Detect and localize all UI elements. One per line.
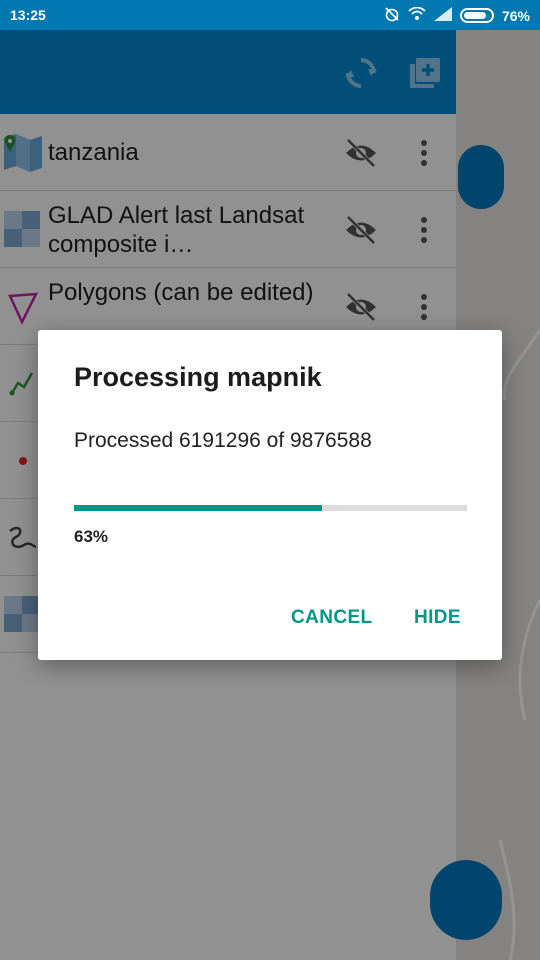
signal-icon: [433, 7, 452, 24]
status-time: 13:25: [10, 7, 46, 23]
hide-button[interactable]: HIDE: [414, 607, 461, 629]
progress-percent: 63%: [74, 527, 109, 546]
battery-icon: [459, 8, 494, 23]
dialog-message: Processed 6191296 of 9876588: [74, 429, 372, 452]
processing-dialog: Processing mapnik Processed 6191296 of 9…: [38, 330, 502, 660]
battery-percent: 76%: [501, 7, 530, 24]
status-bar: 13:25 76%: [0, 0, 540, 30]
alarm-off-icon: [384, 6, 400, 25]
progress-bar: [74, 505, 467, 511]
dialog-title: Processing mapnik: [74, 362, 322, 392]
cancel-button[interactable]: CANCEL: [291, 607, 373, 629]
wifi-icon: [408, 6, 426, 24]
progress-bar-fill: [74, 505, 322, 511]
